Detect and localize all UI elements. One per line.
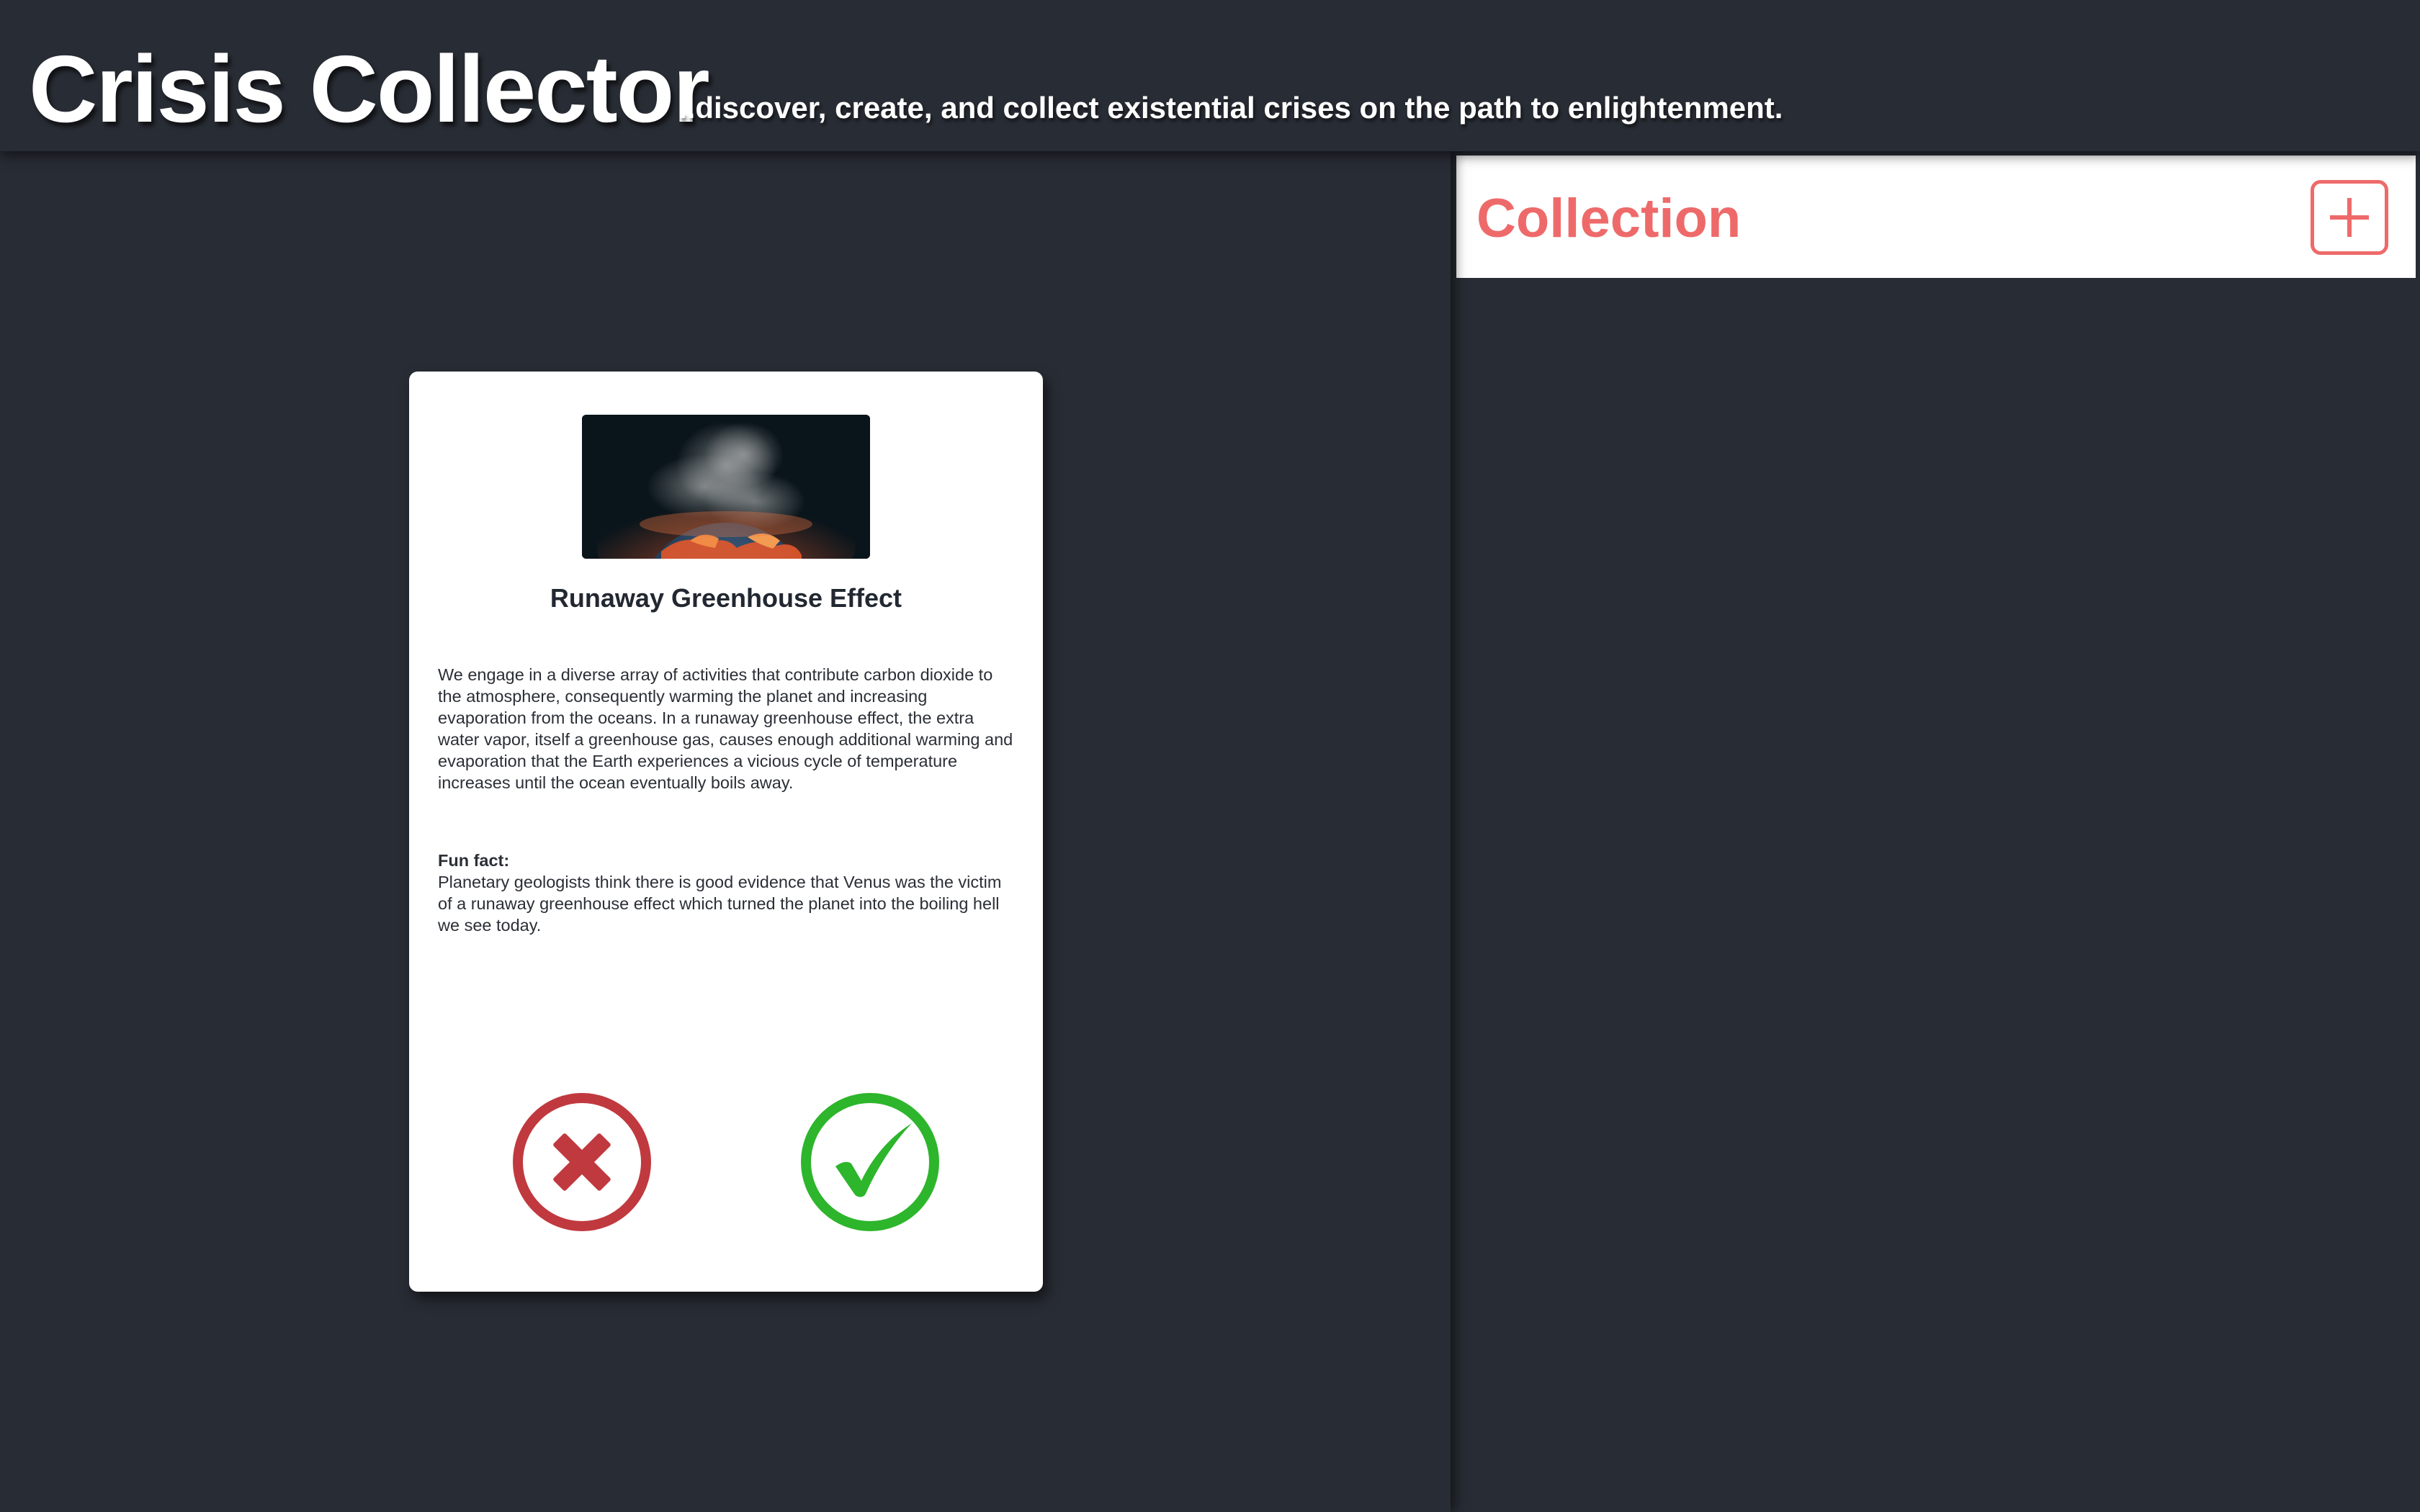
collection-sidebar: Collection: [1451, 151, 2420, 1512]
crisis-card: Runaway Greenhouse Effect We engage in a…: [409, 372, 1043, 1292]
accept-button[interactable]: [799, 1092, 941, 1233]
main-area: Runaway Greenhouse Effect We engage in a…: [0, 151, 1451, 1512]
collection-header: Collection: [1456, 156, 2416, 278]
plus-icon: [2330, 198, 2369, 237]
app-subtitle: ..discover, create, and collect existent…: [678, 91, 1783, 125]
app-header: Crisis Collector ..discover, create, and…: [0, 0, 2420, 151]
collection-title: Collection: [1476, 188, 1742, 249]
crisis-image: [582, 415, 870, 559]
card-description: We engage in a diverse array of activiti…: [438, 665, 1013, 792]
add-crisis-button[interactable]: [2311, 180, 2388, 255]
fun-fact-label: Fun fact:: [438, 851, 510, 870]
card-title: Runaway Greenhouse Effect: [550, 583, 902, 613]
check-circle-icon: [801, 1093, 939, 1231]
x-circle-icon: [513, 1093, 651, 1231]
fun-fact-text: Planetary geologists think there is good…: [438, 873, 1002, 935]
burning-earth-image: [582, 415, 870, 559]
app-title: Crisis Collector: [29, 36, 710, 142]
reject-button[interactable]: [511, 1092, 653, 1233]
